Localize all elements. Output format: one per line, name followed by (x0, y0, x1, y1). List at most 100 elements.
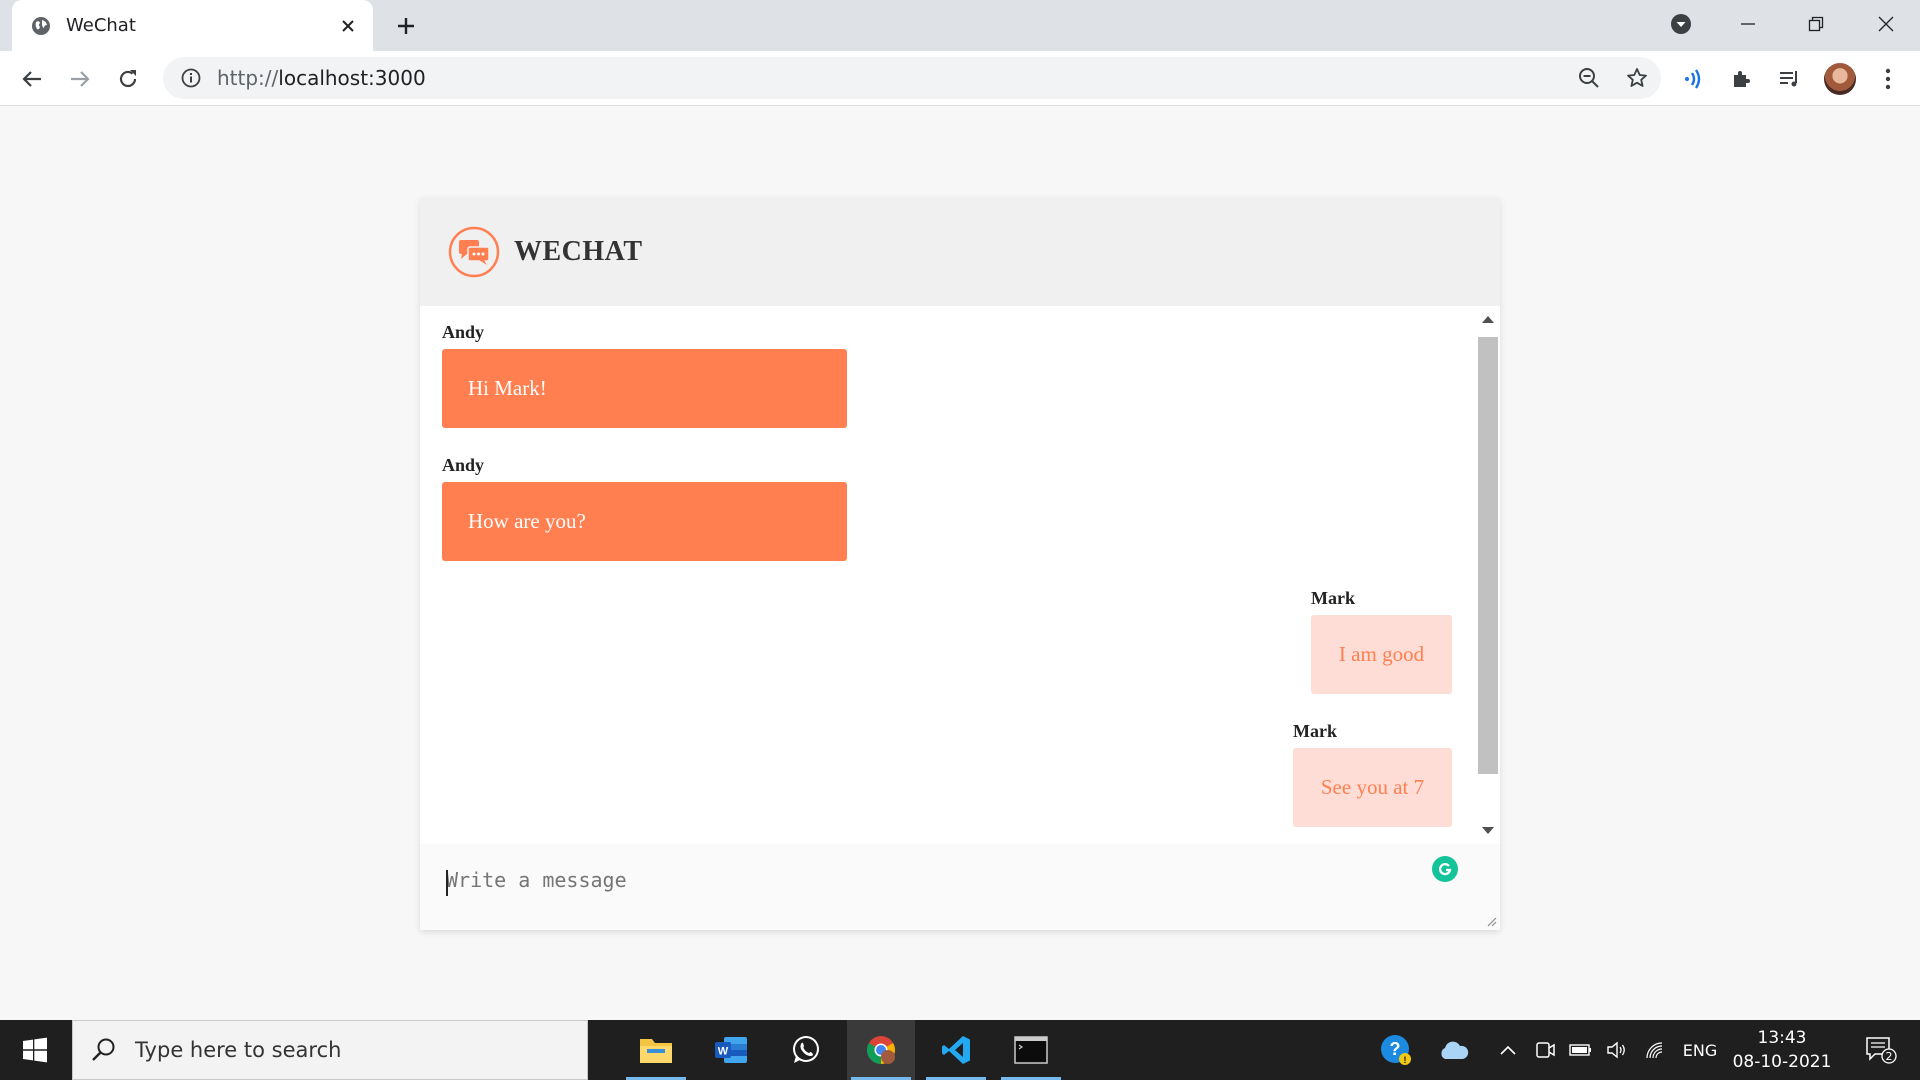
wifi-icon (1646, 1042, 1663, 1059)
question-mark-icon: ?! (1381, 1035, 1411, 1065)
message-sender: Mark (1293, 721, 1337, 741)
profile-avatar[interactable] (1824, 63, 1856, 95)
taskbar-clock[interactable]: 13:43 08-10-2021 (1722, 1026, 1842, 1074)
whatsapp-taskbar-button[interactable] (772, 1020, 840, 1080)
reload-icon (119, 70, 137, 88)
taskbar-search-box[interactable]: Type here to search (72, 1020, 588, 1080)
text-caret (446, 870, 448, 896)
message-input[interactable] (420, 844, 1500, 930)
globe-icon (30, 15, 52, 37)
back-button[interactable] (16, 63, 48, 95)
new-tab-button[interactable] (392, 12, 420, 40)
input-language-indicator[interactable]: ENG (1676, 1020, 1724, 1080)
close-window-button[interactable] (1864, 8, 1908, 40)
battery-tray-icon[interactable] (1566, 1020, 1596, 1080)
message-sender: Andy (442, 322, 485, 342)
info-icon[interactable] (179, 66, 203, 90)
notification-count: 2 (1886, 1050, 1893, 1063)
message-list: Andy Hi Mark! Andy How are you? Mark I a… (420, 306, 1476, 844)
message-sender: Mark (1311, 588, 1355, 608)
vscode-icon (942, 1036, 970, 1064)
zoom-out-icon[interactable] (1577, 66, 1601, 90)
puzzle-icon (1734, 71, 1750, 87)
speaker-icon (1607, 1041, 1625, 1059)
chevron-up-icon (1500, 1045, 1516, 1055)
kebab-menu-icon (1885, 68, 1891, 90)
word-icon: W (715, 1037, 747, 1063)
browser-menu-button[interactable] (1872, 63, 1904, 95)
terminal-taskbar-button[interactable] (997, 1020, 1065, 1080)
help-tray-icon[interactable]: ?! (1376, 1020, 1416, 1080)
svg-text:W: W (718, 1046, 729, 1058)
chat-logo-icon (448, 226, 500, 278)
search-icon (92, 1038, 115, 1061)
url-scheme: http:// (217, 66, 279, 90)
whatsapp-icon (793, 1036, 819, 1063)
sound-waves-icon (1685, 69, 1701, 89)
browser-tab[interactable]: WeChat (12, 0, 373, 51)
show-hidden-icons-button[interactable] (1494, 1020, 1522, 1080)
media-controls-button[interactable] (1774, 63, 1806, 95)
file-explorer-taskbar-button[interactable] (622, 1020, 690, 1080)
meet-now-tray-icon[interactable] (1530, 1020, 1560, 1080)
reload-button[interactable] (112, 63, 144, 95)
network-tray-icon[interactable] (1640, 1020, 1670, 1080)
url-text: http://localhost:3000 (217, 66, 426, 90)
playlist-icon (1780, 71, 1797, 87)
scroll-up-arrow-icon[interactable] (1482, 316, 1494, 323)
message-bubble-incoming: Hi Mark! (442, 349, 847, 428)
url-host: localhost:3000 (278, 66, 426, 90)
scroll-down-arrow-icon[interactable] (1482, 827, 1494, 834)
tab-title: WeChat (66, 15, 136, 36)
clock-date: 08-10-2021 (1732, 1052, 1832, 1072)
cloud-icon (1441, 1041, 1469, 1059)
word-taskbar-button[interactable]: W (697, 1020, 765, 1080)
message-list-scrollbar[interactable] (1476, 306, 1500, 844)
message-bubble-incoming: How are you? (442, 482, 847, 561)
close-tab-icon[interactable] (337, 15, 359, 37)
arrow-left-icon (22, 71, 41, 87)
volume-tray-icon[interactable] (1602, 1020, 1632, 1080)
start-button[interactable] (0, 1020, 70, 1080)
taskbar-search-placeholder: Type here to search (135, 1038, 342, 1062)
address-bar[interactable]: http://localhost:3000 (163, 57, 1661, 99)
language-label: ENG (1682, 1040, 1718, 1060)
restore-button[interactable] (1794, 8, 1838, 40)
message-item: Mark I am good (1311, 588, 1452, 694)
read-aloud-extension-button[interactable] (1678, 63, 1710, 95)
app-title: WECHAT (514, 236, 643, 267)
terminal-icon (1014, 1036, 1048, 1064)
vscode-taskbar-button[interactable] (922, 1020, 990, 1080)
scrollbar-thumb[interactable] (1478, 337, 1498, 774)
chrome-taskbar-button[interactable] (847, 1020, 915, 1080)
minimize-button[interactable] (1726, 8, 1770, 40)
action-center-button[interactable]: 2 (1856, 1020, 1906, 1080)
message-item: Andy How are you? (442, 455, 847, 561)
browser-tab-strip: WeChat (0, 0, 1920, 51)
notification-icon: 2 (1866, 1037, 1897, 1064)
message-item: Andy Hi Mark! (442, 322, 847, 428)
chat-header: WECHAT (420, 198, 1500, 306)
extensions-button[interactable] (1726, 63, 1758, 95)
resize-grip-icon[interactable] (1485, 915, 1497, 927)
chevron-down-icon (1671, 14, 1691, 34)
message-bubble-outgoing: See you at 7 (1293, 748, 1452, 827)
arrow-right-icon (71, 71, 90, 87)
windows-taskbar: Type here to search W ?! ENG 13:43 08-10… (0, 1020, 1920, 1080)
onedrive-tray-icon[interactable] (1434, 1020, 1474, 1080)
windows-logo-icon (23, 1037, 47, 1063)
chrome-icon (867, 1036, 895, 1064)
grammarly-icon[interactable] (1432, 856, 1458, 882)
svg-text:!: ! (1404, 1055, 1407, 1065)
webcam-icon (1536, 1042, 1555, 1058)
tab-search-button[interactable] (1659, 8, 1703, 40)
folder-icon (640, 1039, 672, 1063)
message-sender: Andy (442, 455, 485, 475)
bookmark-star-icon[interactable] (1625, 66, 1649, 90)
forward-button[interactable] (64, 63, 96, 95)
battery-icon (1569, 1044, 1591, 1056)
clock-time: 13:43 (1757, 1028, 1807, 1048)
chat-window: WECHAT Andy Hi Mark! Andy How are you? M… (420, 198, 1500, 930)
message-composer (420, 844, 1500, 930)
browser-toolbar: http://localhost:3000 (0, 51, 1920, 106)
